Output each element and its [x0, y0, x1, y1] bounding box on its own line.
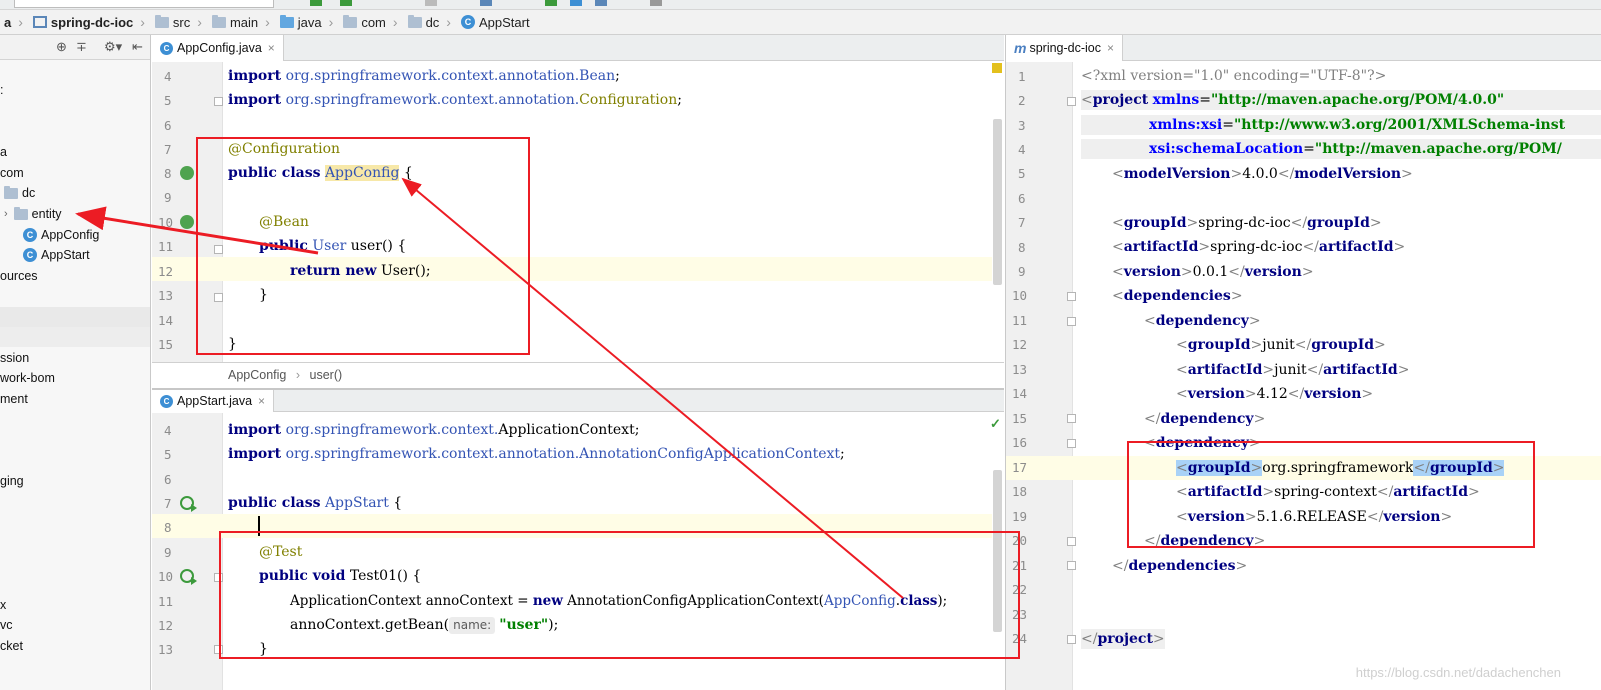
- arrow-to-entity: [75, 206, 319, 255]
- annotation-arrows: [75, 177, 904, 599]
- arrow-to-appconfig: [401, 177, 904, 599]
- watermark: https://blog.csdn.net/dadachenchen: [1355, 665, 1561, 680]
